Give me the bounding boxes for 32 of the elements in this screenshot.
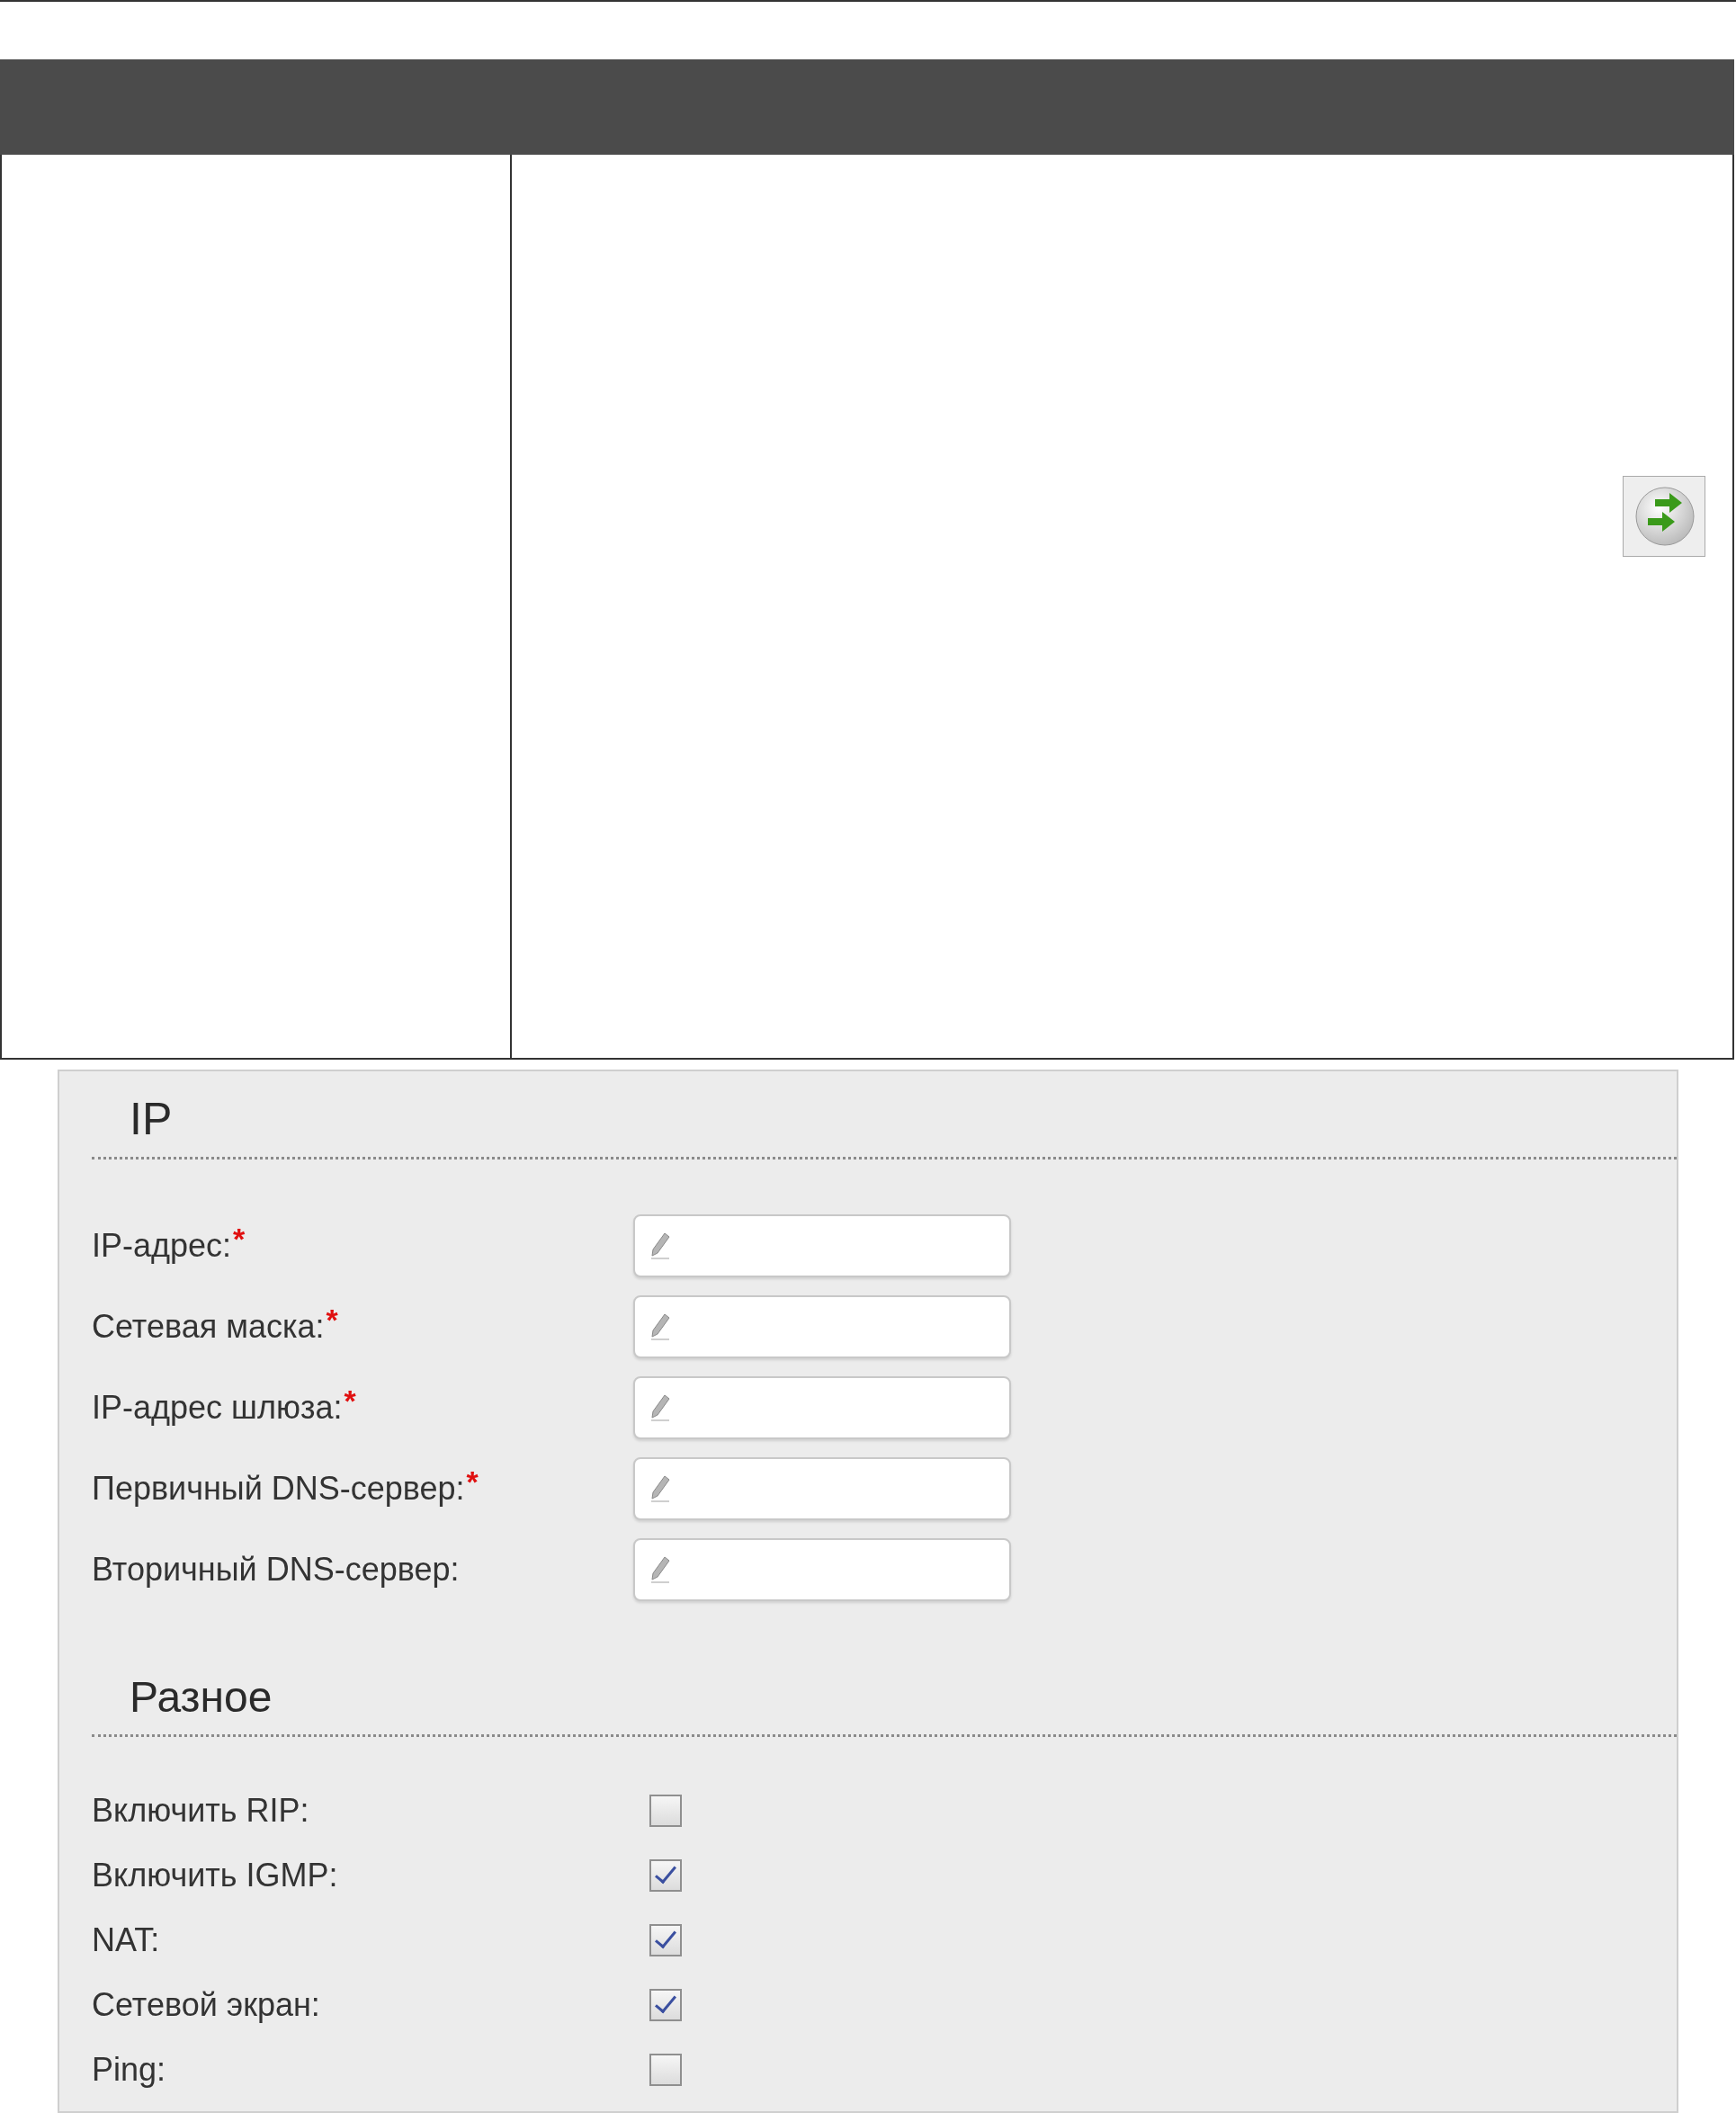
option-label: Включить IGMP: xyxy=(92,1856,339,1894)
input-field[interactable] xyxy=(633,1538,1011,1601)
checkbox[interactable] xyxy=(649,1858,682,1892)
section-title: Разное xyxy=(130,1672,273,1722)
field-label: IP-адрес: xyxy=(92,1227,232,1265)
arrows-icon xyxy=(1623,476,1705,557)
option-label: Включить RIP: xyxy=(92,1791,310,1830)
pencil-icon xyxy=(649,1393,671,1422)
required-mark: * xyxy=(326,1308,338,1333)
checkbox[interactable] xyxy=(649,1923,682,1956)
input-field[interactable] xyxy=(633,1295,1011,1358)
field-label: Сетевая маска: xyxy=(92,1308,325,1346)
required-mark: * xyxy=(233,1227,246,1252)
option-label: Сетевой экран: xyxy=(92,1985,321,2024)
section-title: IP xyxy=(130,1093,174,1144)
input-field[interactable] xyxy=(633,1457,1011,1520)
field-label: IP-адрес шлюза: xyxy=(92,1389,343,1427)
required-mark: * xyxy=(344,1389,356,1414)
pencil-icon xyxy=(649,1231,671,1260)
checkbox[interactable] xyxy=(649,2053,682,2086)
option-label: NAT: xyxy=(92,1921,161,1959)
required-mark: * xyxy=(466,1470,479,1495)
field-label: Первичный DNS-сервер: xyxy=(92,1470,465,1508)
input-field[interactable] xyxy=(633,1214,1011,1277)
pencil-icon xyxy=(649,1474,671,1503)
pencil-icon xyxy=(649,1312,671,1341)
pencil-icon xyxy=(649,1555,671,1584)
option-label: Ping: xyxy=(92,2050,167,2089)
checkbox[interactable] xyxy=(649,1794,682,1827)
input-field[interactable] xyxy=(633,1376,1011,1439)
field-label: Вторичный DNS-сервер: xyxy=(92,1551,460,1589)
checkbox[interactable] xyxy=(649,1988,682,2021)
